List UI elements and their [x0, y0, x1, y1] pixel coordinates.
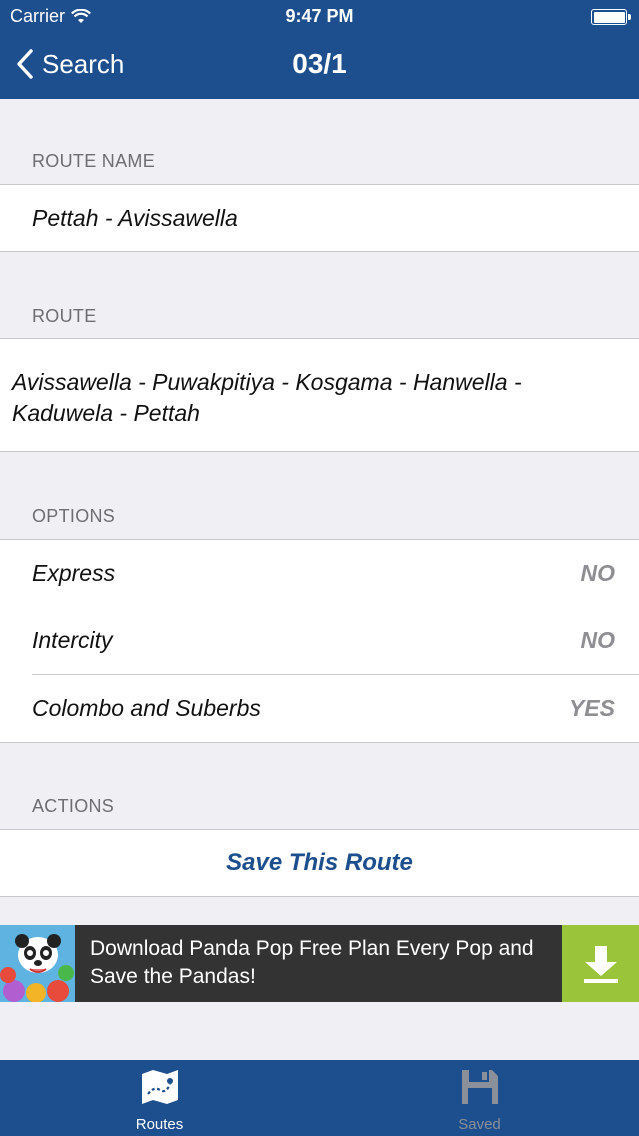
option-value: YES: [568, 695, 615, 721]
ad-banner[interactable]: Download Panda Pop Free Plan Every Pop a…: [0, 925, 639, 1002]
route-name-value: Pettah - Avissawella: [32, 205, 238, 231]
option-express-row: Express NO: [0, 540, 639, 608]
option-colombo-row: Colombo and Suberbs YES: [0, 675, 639, 743]
actions-cell: Save This Route: [0, 829, 639, 897]
option-label: Colombo and Suberbs: [32, 695, 261, 721]
option-value: NO: [580, 560, 616, 586]
route-value-line-2: Kaduwela - Pettah: [12, 400, 200, 426]
ad-download-button[interactable]: [562, 925, 639, 1002]
option-value: NO: [580, 627, 616, 653]
status-bar: Carrier 9:47 PM: [0, 0, 639, 34]
route-value-line-1: Avissawella - Puwakpitiya - Kosgama - Ha…: [12, 369, 522, 395]
route-name-cell: Pettah - Avissawella: [0, 184, 639, 252]
panda-game-image: [0, 925, 75, 1002]
ad-thumbnail: [0, 925, 75, 1002]
option-label: Express: [32, 560, 116, 586]
route-value: Avissawella - Puwakpitiya - Kosgama - Ha…: [12, 367, 522, 429]
tab-routes[interactable]: Routes: [0, 1060, 319, 1136]
tab-saved[interactable]: Saved: [320, 1060, 639, 1136]
battery-icon: [591, 9, 631, 25]
option-intercity-row: Intercity NO: [0, 607, 639, 675]
page-title: 03/1: [292, 48, 347, 79]
route-header: ROUTE: [32, 306, 97, 326]
options-header: OPTIONS: [32, 506, 116, 526]
tab-bar: Routes Saved: [0, 1060, 639, 1136]
tab-routes-label: Routes: [135, 1116, 184, 1133]
map-icon: [141, 1070, 178, 1104]
actions-header: ACTIONS: [32, 796, 115, 816]
option-label: Intercity: [32, 627, 113, 653]
status-time: 9:47 PM: [285, 6, 354, 26]
tab-saved-label: Saved: [458, 1116, 501, 1133]
floppy-disk-icon: [461, 1070, 498, 1104]
route-cell: Avissawella - Puwakpitiya - Kosgama - Ha…: [0, 338, 639, 452]
navigation-bar: Carrier 9:47 PM Search 03/1: [0, 0, 639, 99]
save-route-button[interactable]: Save This Route: [0, 830, 639, 896]
route-name-header: ROUTE NAME: [32, 151, 156, 171]
download-icon: [583, 945, 618, 983]
ad-text: Download Panda Pop Free Plan Every Pop a…: [90, 937, 534, 988]
